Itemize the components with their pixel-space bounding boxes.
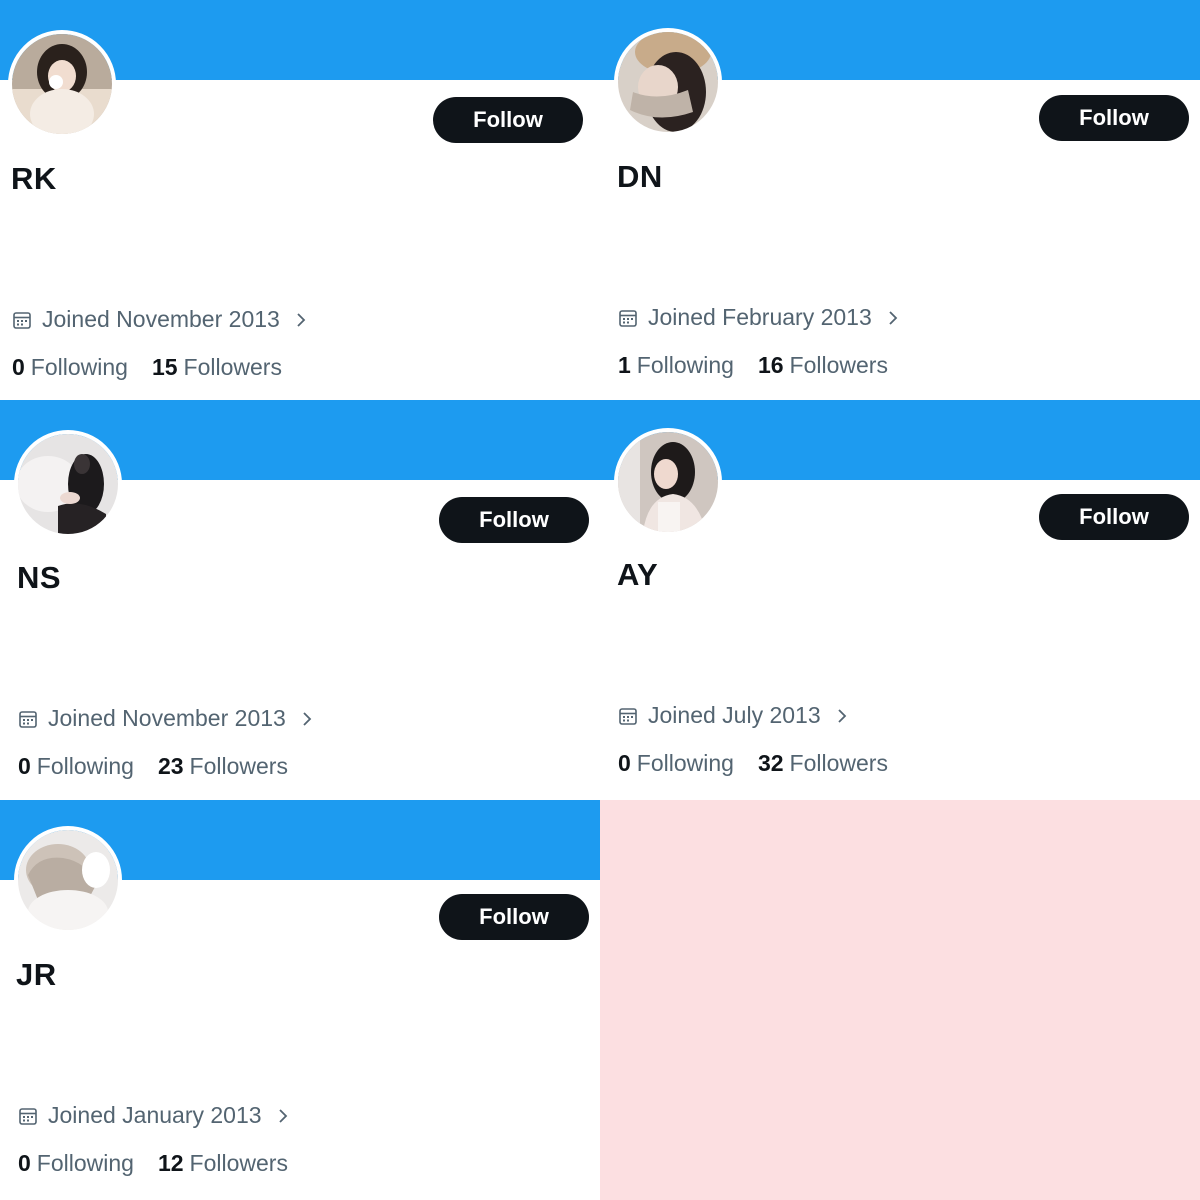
joined-label: Joined November 2013 — [48, 705, 286, 731]
following-count: 0 — [618, 750, 631, 776]
avatar[interactable] — [14, 826, 122, 934]
chevron-right-icon — [296, 709, 314, 729]
following-count: 0 — [18, 1150, 31, 1176]
calendar-icon — [618, 308, 638, 328]
following-link[interactable]: 0 Following — [618, 750, 734, 777]
profile-card: Follow AY Joined July 2013 0 Following 3… — [600, 400, 1200, 800]
display-name: DN — [617, 159, 663, 194]
follow-button[interactable]: Follow — [439, 497, 589, 543]
followers-label: Followers — [189, 753, 288, 779]
following-link[interactable]: 0 Following — [18, 1150, 134, 1177]
following-count: 1 — [618, 352, 631, 378]
joined-date[interactable]: Joined July 2013 — [618, 702, 849, 729]
following-link[interactable]: 0 Following — [18, 753, 134, 780]
calendar-icon — [18, 709, 38, 729]
avatar[interactable] — [14, 430, 122, 538]
display-name: NS — [17, 560, 62, 595]
follow-stats: 0 Following 23 Followers — [18, 753, 288, 780]
profile-card: Follow DN Joined February 2013 1 Followi… — [600, 0, 1200, 400]
followers-count: 23 — [157, 753, 184, 779]
followers-label: Followers — [789, 750, 888, 776]
calendar-icon — [12, 310, 32, 330]
joined-date[interactable]: Joined February 2013 — [618, 304, 900, 331]
chevron-right-icon — [831, 706, 849, 726]
chevron-right-icon — [290, 310, 308, 330]
followers-label: Followers — [789, 352, 888, 378]
profile-card: Follow RK Joined November 2013 0 Followi… — [0, 0, 600, 400]
joined-date[interactable]: Joined January 2013 — [18, 1102, 290, 1129]
followers-count: 16 — [757, 352, 784, 378]
joined-label: Joined November 2013 — [42, 306, 280, 332]
profile-card: Follow NS Joined November 2013 0 Followi… — [0, 400, 600, 800]
display-name: AY — [617, 557, 659, 592]
followers-link[interactable]: 23 Followers — [158, 753, 288, 780]
followers-link[interactable]: 32 Followers — [758, 750, 888, 777]
follow-stats: 0 Following 15 Followers — [12, 354, 282, 381]
chevron-right-icon — [272, 1106, 290, 1126]
follow-stats: 0 Following 12 Followers — [18, 1150, 288, 1177]
followers-label: Followers — [189, 1150, 288, 1176]
following-count: 0 — [12, 354, 25, 380]
joined-date[interactable]: Joined November 2013 — [18, 705, 314, 732]
follow-stats: 1 Following 16 Followers — [618, 352, 888, 379]
joined-date[interactable]: Joined November 2013 — [12, 306, 308, 333]
followers-count: 32 — [757, 750, 784, 776]
following-label: Following — [636, 750, 734, 776]
joined-label: Joined July 2013 — [648, 702, 821, 728]
followers-label: Followers — [183, 354, 282, 380]
avatar[interactable] — [614, 28, 722, 136]
calendar-icon — [618, 706, 638, 726]
follow-stats: 0 Following 32 Followers — [618, 750, 888, 777]
following-label: Following — [36, 753, 134, 779]
follow-button[interactable]: Follow — [439, 894, 589, 940]
following-link[interactable]: 1 Following — [618, 352, 734, 379]
followers-count: 12 — [157, 1150, 184, 1176]
followers-link[interactable]: 16 Followers — [758, 352, 888, 379]
following-count: 0 — [18, 753, 31, 779]
joined-label: Joined January 2013 — [48, 1102, 262, 1128]
display-name: RK — [11, 161, 57, 196]
follow-button[interactable]: Follow — [1039, 494, 1189, 540]
following-label: Following — [636, 352, 734, 378]
chevron-right-icon — [882, 308, 900, 328]
follow-button[interactable]: Follow — [1039, 95, 1189, 141]
following-link[interactable]: 0 Following — [12, 354, 128, 381]
following-label: Following — [36, 1150, 134, 1176]
following-label: Following — [30, 354, 128, 380]
joined-label: Joined February 2013 — [648, 304, 872, 330]
followers-link[interactable]: 12 Followers — [158, 1150, 288, 1177]
avatar[interactable] — [8, 30, 116, 138]
followers-count: 15 — [151, 354, 178, 380]
profile-card: Follow JR Joined January 2013 0 Followin… — [0, 800, 600, 1200]
display-name: JR — [16, 957, 57, 992]
avatar[interactable] — [614, 428, 722, 536]
followers-link[interactable]: 15 Followers — [152, 354, 282, 381]
empty-panel — [600, 800, 1200, 1200]
calendar-icon — [18, 1106, 38, 1126]
follow-button[interactable]: Follow — [433, 97, 583, 143]
